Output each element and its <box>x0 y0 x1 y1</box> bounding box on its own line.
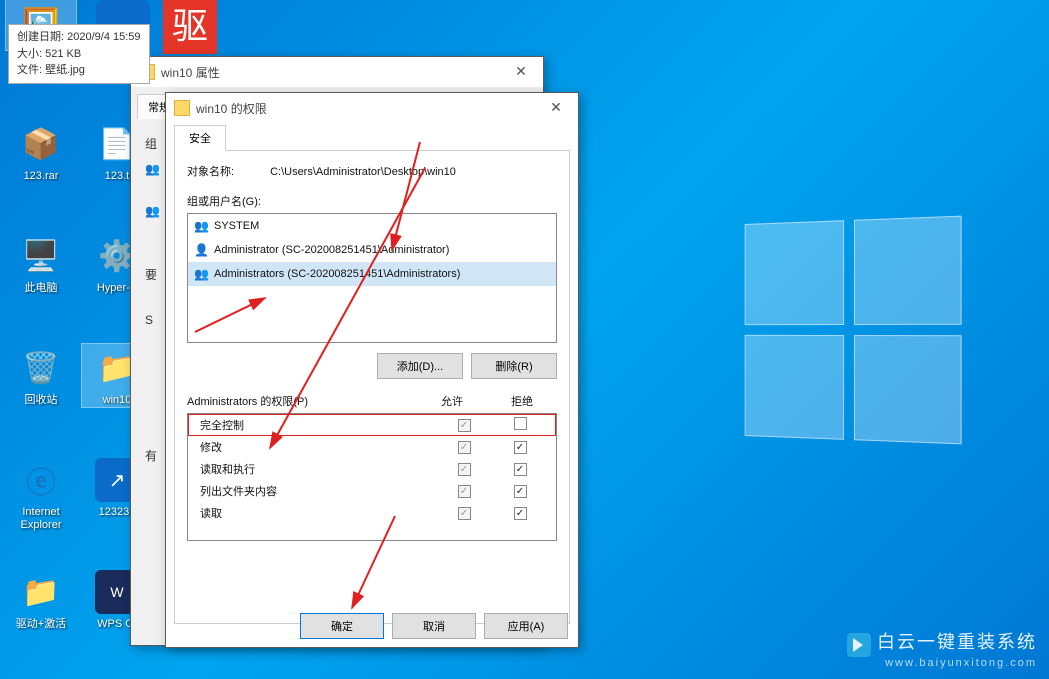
column-allow: 允许 <box>417 393 487 409</box>
ie-icon: ⓔ <box>19 458 63 502</box>
allow-checkbox[interactable] <box>458 485 471 498</box>
permission-name: 读取 <box>196 505 436 521</box>
remove-button[interactable]: 删除(R) <box>471 353 557 379</box>
desktop-windows-logo <box>745 216 962 445</box>
permission-row: 列出文件夹内容 <box>188 480 556 502</box>
column-deny: 拒绝 <box>487 393 557 409</box>
desktop-icon-ie[interactable]: ⓔ Internet Explorer <box>6 456 76 532</box>
permission-row: 完全控制 <box>188 414 556 436</box>
user-icon: 👤 <box>194 242 210 258</box>
user-list-item[interactable]: 👤 Administrator (SC-202008251451\Administ… <box>188 238 556 262</box>
permission-name: 完全控制 <box>196 417 436 433</box>
permissions-title: win10 的权限 <box>196 100 267 117</box>
permission-row: 修改 <box>188 436 556 458</box>
object-name-label: 对象名称: <box>187 163 267 179</box>
permissions-body: 对象名称: C:\Users\Administrator\Desktop\win… <box>174 150 570 624</box>
desktop-icon-recycle[interactable]: 🗑️ 回收站 <box>6 344 76 407</box>
close-button[interactable]: ✕ <box>534 93 578 121</box>
allow-checkbox[interactable] <box>458 463 471 476</box>
properties-title: win10 属性 <box>161 64 220 81</box>
allow-checkbox[interactable] <box>458 441 471 454</box>
object-name-value: C:\Users\Administrator\Desktop\win10 <box>270 166 456 178</box>
user-name: Administrator (SC-202008251451\Administr… <box>214 244 449 256</box>
permission-row: 读取和执行 <box>188 458 556 480</box>
file-tooltip: 创建日期: 2020/9/4 15:59 大小: 521 KB 文件: 壁纸.j… <box>8 24 150 84</box>
watermark-logo-icon <box>847 633 871 657</box>
allow-checkbox[interactable] <box>458 507 471 520</box>
deny-checkbox[interactable] <box>514 463 527 476</box>
deny-checkbox[interactable] <box>514 485 527 498</box>
close-button[interactable]: ✕ <box>499 57 543 85</box>
permission-name: 列出文件夹内容 <box>196 483 436 499</box>
driver-app-icon[interactable]: 驱 <box>163 0 217 54</box>
desktop-icon-driver-activate[interactable]: 📁 驱动+激活 <box>6 568 76 631</box>
recycle-icon: 🗑️ <box>19 346 63 390</box>
ok-button[interactable]: 确定 <box>300 613 384 639</box>
folder-icon <box>174 100 190 116</box>
permission-row: 读取 <box>188 502 556 524</box>
permission-name: 修改 <box>196 439 436 455</box>
deny-checkbox[interactable] <box>514 507 527 520</box>
deny-checkbox[interactable] <box>514 441 527 454</box>
user-name: SYSTEM <box>214 220 259 232</box>
user-icon: 👥 <box>194 218 210 234</box>
add-button[interactable]: 添加(D)... <box>377 353 463 379</box>
allow-checkbox[interactable] <box>458 419 471 432</box>
permissions-for-label: Administrators 的权限(P) <box>187 393 417 409</box>
tab-security[interactable]: 安全 <box>174 125 226 151</box>
desktop-icon-rar[interactable]: 📦 123.rar <box>6 120 76 183</box>
cancel-button[interactable]: 取消 <box>392 613 476 639</box>
apply-button[interactable]: 应用(A) <box>484 613 568 639</box>
user-icon: 👥 <box>194 266 210 282</box>
permissions-dialog: win10 的权限 ✕ 安全 对象名称: C:\Users\Administra… <box>165 92 579 648</box>
rar-icon: 📦 <box>19 122 63 166</box>
user-name: Administrators (SC-202008251451\Administ… <box>214 268 460 280</box>
deny-checkbox[interactable] <box>514 417 527 430</box>
desktop-icon-thispc[interactable]: 🖥️ 此电脑 <box>6 232 76 295</box>
groups-users-label: 组或用户名(G): <box>187 193 557 209</box>
user-list-item[interactable]: 👥 SYSTEM <box>188 214 556 238</box>
folder-icon: 📁 <box>19 570 63 614</box>
permissions-titlebar[interactable]: win10 的权限 <box>166 93 578 123</box>
pc-icon: 🖥️ <box>19 234 63 278</box>
user-list[interactable]: 👥 SYSTEM 👤 Administrator (SC-202008251451\A… <box>187 213 557 343</box>
permission-name: 读取和执行 <box>196 461 436 477</box>
watermark: 白云一键重装系统 www.baiyunxitong.com <box>847 628 1037 669</box>
user-list-item[interactable]: 👥 Administrators (SC-202008251451\Adminis… <box>188 262 556 286</box>
permissions-table[interactable]: 完全控制修改读取和执行列出文件夹内容读取 <box>187 413 557 541</box>
properties-titlebar[interactable]: win10 属性 <box>131 57 543 87</box>
